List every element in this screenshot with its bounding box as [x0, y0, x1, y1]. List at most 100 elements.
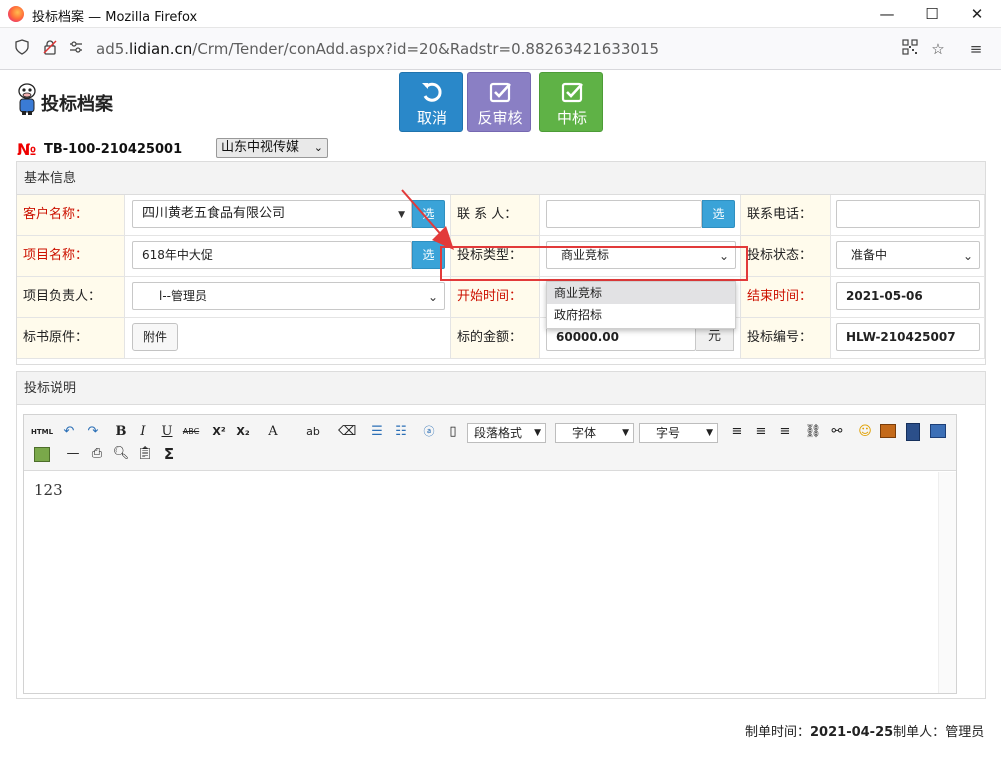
bid-no-label: 投标编号： — [741, 318, 831, 359]
url-bar[interactable]: ad5.lidian.cn/Crm/Tender/conAdd.aspx?id=… — [96, 40, 659, 58]
paragraph-format-label: 段落格式 — [474, 426, 523, 440]
start-label: 开始时间： — [451, 277, 540, 318]
horizontal-rule-icon[interactable]: — — [64, 445, 82, 463]
underline-button[interactable]: U — [158, 423, 176, 441]
doc-cell: 附件 — [125, 318, 451, 359]
creator-label: 制单人： — [893, 725, 946, 740]
rich-text-editor: HTML ↶ ↷ B I U ABC X² X₂ A ab ⌫ ☰ ☷ ⓐ ▯ … — [23, 414, 957, 694]
menu-hamburger-icon[interactable]: ≡ — [966, 39, 986, 59]
formula-button[interactable]: Σ — [160, 445, 178, 463]
owner-cell: l--管理员 ⌄ — [125, 277, 451, 318]
italic-button[interactable]: I — [134, 423, 152, 441]
creator-value: 管理员 — [945, 725, 985, 740]
editor-content[interactable]: 123 — [34, 481, 63, 499]
editor-scrollbar[interactable] — [938, 472, 956, 693]
document-icon[interactable]: ▯ — [444, 423, 462, 441]
link-icon[interactable]: ⛓ — [804, 423, 822, 441]
cancel-button[interactable]: 取消 — [399, 72, 463, 132]
redo-icon[interactable]: ↷ — [84, 423, 102, 441]
type-dropdown-list: 商业竞标 政府招标 — [546, 281, 736, 329]
project-label: 项目名称： — [17, 236, 125, 277]
firefox-logo-icon — [8, 6, 24, 22]
end-date-input[interactable]: 2021-05-06 — [836, 282, 980, 310]
bookmark-star-icon[interactable]: ☆ — [928, 39, 948, 59]
anchor-icon[interactable]: ⓐ — [420, 423, 438, 441]
browser-navbar: ad5.lidian.cn/Crm/Tender/conAdd.aspx?id=… — [0, 28, 1001, 70]
eraser-icon[interactable]: ⌫ — [338, 423, 356, 441]
end-label: 结束时间： — [741, 277, 831, 318]
emoticon-icon[interactable]: ☺ — [856, 423, 874, 441]
attach-button[interactable]: 附件 — [132, 323, 178, 351]
doc-label: 标书原件： — [17, 318, 125, 359]
align-center-icon[interactable]: ≡ — [752, 423, 770, 441]
undo-icon[interactable]: ↶ — [60, 423, 78, 441]
minimize-button[interactable]: — — [872, 3, 902, 25]
contact-label: 联 系 人： — [451, 195, 540, 236]
strikethrough-button[interactable]: ABC — [182, 423, 200, 441]
created-label: 制单时间： — [745, 725, 811, 740]
type-highlight-box — [440, 246, 748, 281]
dropdown-triangle-icon: ▼ — [622, 428, 629, 438]
footer-info: 制单时间：2021-04-25制单人：管理员 — [745, 721, 984, 740]
annotation-arrow-icon — [401, 189, 454, 250]
align-left-icon[interactable]: ≡ — [728, 423, 746, 441]
font-family-select[interactable]: 字体 ▼ — [555, 423, 634, 443]
editor-toolbar: HTML ↶ ↷ B I U ABC X² X₂ A ab ⌫ ☰ ☷ ⓐ ▯ … — [24, 415, 956, 471]
customer-select[interactable]: 四川黄老五食品有限公司 ▼ — [132, 200, 412, 228]
status-label: 投标状态： — [741, 236, 831, 277]
type-option[interactable]: 商业竞标 — [547, 282, 735, 304]
win-bid-button[interactable]: 中标 — [539, 72, 603, 132]
bid-no-input[interactable]: HLW-210425007 — [836, 323, 980, 351]
owner-select[interactable]: l--管理员 ⌄ — [132, 282, 445, 310]
image-icon[interactable] — [880, 424, 896, 438]
paste-icon[interactable]: 📋︎ — [136, 445, 154, 463]
owner-select-value: l--管理员 — [159, 289, 207, 303]
html-source-button[interactable]: HTML — [30, 423, 54, 441]
chevron-down-icon: ⌄ — [313, 141, 323, 154]
status-select[interactable]: 准备中 ⌄ — [836, 241, 980, 269]
contact-pick-button[interactable]: 选 — [702, 200, 735, 228]
unordered-list-icon[interactable]: ☷ — [392, 423, 410, 441]
ordered-list-icon[interactable]: ☰ — [368, 423, 386, 441]
insert-image-icon[interactable] — [34, 447, 50, 462]
qr-code-icon[interactable] — [900, 39, 920, 59]
font-size-label: 字号 — [656, 426, 681, 440]
paragraph-format-select[interactable]: 段落格式 ▼ — [467, 423, 546, 443]
cancel-button-label: 取消 — [416, 109, 447, 127]
unaudit-button[interactable]: 反审核 — [467, 72, 531, 132]
preview-icon[interactable]: 🔍︎ — [112, 445, 130, 463]
cow-mascot-icon — [18, 83, 36, 115]
permissions-icon[interactable] — [66, 39, 86, 59]
window-titlebar: 投标档案 — Mozilla Firefox — ☐ ✕ — [0, 0, 1001, 28]
contact-input[interactable] — [546, 200, 702, 228]
page-title: 投标档案 — [41, 94, 113, 115]
check-square-icon — [561, 82, 583, 103]
basic-info-title: 基本信息 — [17, 162, 985, 195]
superscript-button[interactable]: X² — [210, 423, 228, 441]
shield-icon[interactable] — [12, 39, 32, 59]
phone-input[interactable] — [836, 200, 980, 228]
type-option[interactable]: 政府招标 — [547, 304, 735, 326]
undo-icon — [422, 82, 442, 102]
font-size-select[interactable]: 字号 ▼ — [639, 423, 718, 443]
flash-icon[interactable] — [930, 424, 946, 438]
print-icon[interactable]: ⎙ — [88, 445, 106, 463]
subscript-button[interactable]: X₂ — [234, 423, 252, 441]
project-input[interactable]: 618年中大促 — [132, 241, 412, 269]
insecure-lock-icon[interactable] — [40, 39, 60, 59]
amount-label: 标的金额： — [451, 318, 540, 359]
unlink-icon[interactable]: ⚯ — [828, 423, 846, 441]
page-logo: 投标档案 — [16, 82, 126, 118]
close-window-button[interactable]: ✕ — [962, 3, 992, 25]
align-right-icon[interactable]: ≡ — [776, 423, 794, 441]
font-color-button[interactable]: A — [264, 423, 282, 441]
bold-button[interactable]: B — [112, 423, 130, 441]
media-icon[interactable] — [906, 423, 920, 441]
customer-label: 客户名称： — [17, 195, 125, 236]
dropdown-triangle-icon: ▼ — [534, 428, 541, 438]
maximize-button[interactable]: ☐ — [917, 3, 947, 25]
company-select[interactable]: 山东中视传媒 ⌄ — [216, 138, 328, 158]
description-panel: 投标说明 HTML ↶ ↷ B I U ABC X² X₂ A ab ⌫ ☰ ☷… — [16, 371, 986, 699]
highlight-color-icon[interactable]: ab — [302, 423, 324, 441]
font-family-label: 字体 — [572, 426, 597, 440]
